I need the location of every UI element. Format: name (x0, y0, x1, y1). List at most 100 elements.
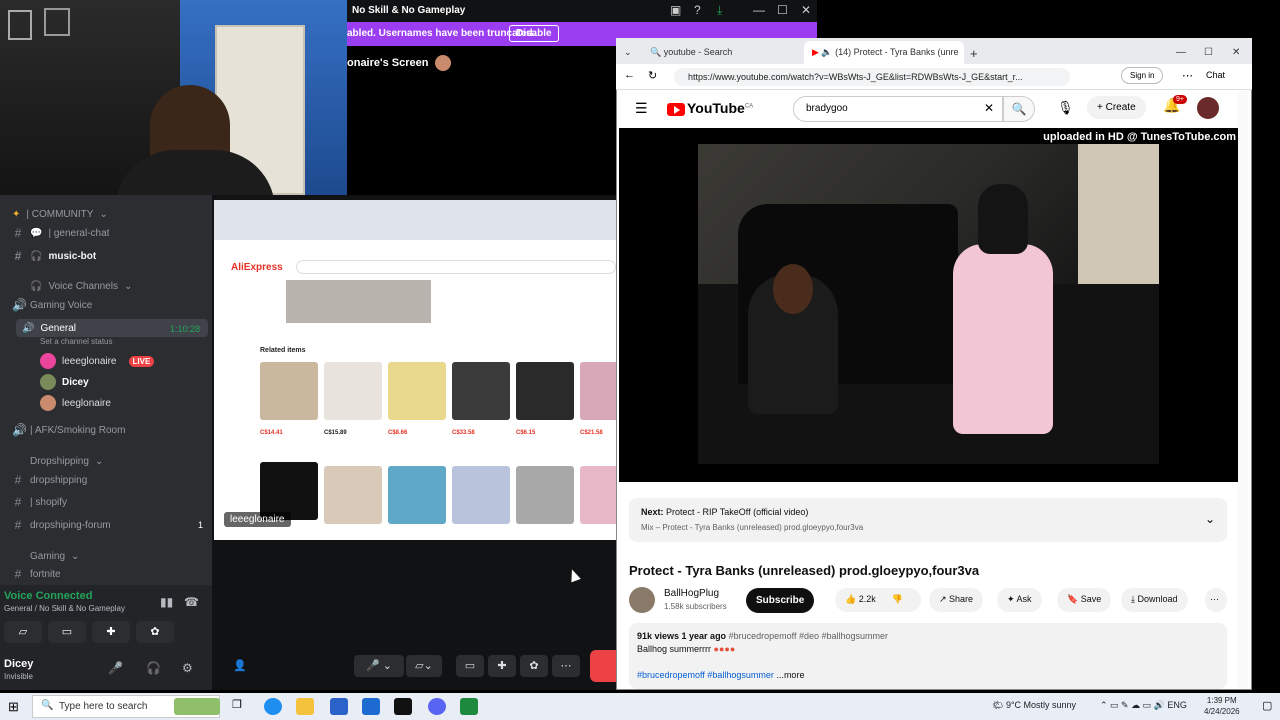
soundboard-toggle[interactable]: ✿ (520, 655, 548, 677)
subscribe-button[interactable]: Subscribe (746, 588, 815, 613)
like-button[interactable]: 👍 2.2k 👎 (835, 588, 921, 612)
clear-icon[interactable]: ✕ (984, 101, 994, 115)
save-button[interactable]: 🔖 Save (1057, 588, 1112, 612)
more-link[interactable]: ...more (776, 670, 804, 680)
chevron-down-icon[interactable]: ⌄ (1205, 512, 1215, 526)
mic-icon[interactable]: 🎙 (1057, 100, 1074, 116)
minimize-icon[interactable]: — (1168, 41, 1188, 64)
category-gaming[interactable]: Gaming ⌄ (30, 547, 79, 565)
more-icon[interactable]: ⋯ (552, 655, 580, 677)
youtube-logo[interactable]: YouTubeCA (667, 100, 753, 116)
channel-name[interactable]: BallHogPlug (664, 588, 719, 599)
copilot-chat-button[interactable]: Chat (1206, 70, 1225, 80)
headset-icon[interactable]: 🎧 (146, 661, 161, 675)
minimize-icon[interactable]: — (753, 3, 765, 17)
page-scrollbar[interactable] (1238, 91, 1248, 689)
thumbs-up-icon: 👍 (845, 594, 859, 604)
shared-screen[interactable]: AliExpress Related items C$14.41 C$15.89… (214, 200, 616, 540)
activities-toggle[interactable]: ✚ (488, 655, 516, 677)
clock[interactable]: 1:39 PM 4/24/2026 (1204, 695, 1240, 717)
maximize-icon[interactable]: ☐ (1196, 41, 1216, 64)
voice-user[interactable]: leeglonaire (40, 395, 111, 411)
video-watermark: uploaded in HD @ TunesToTube.com (1043, 131, 1236, 143)
channel-general-chat[interactable]: # 💬 | general-chat (12, 224, 110, 242)
channel-avatar[interactable] (629, 587, 655, 613)
category-community[interactable]: ✦ | COMMUNITY ⌄ (12, 205, 108, 223)
category-dropshipping[interactable]: Dropshipping ⌄ (30, 452, 103, 470)
tab-youtube-search[interactable]: 🔍 youtube - Search (642, 41, 802, 64)
help-icon[interactable]: ? (694, 3, 701, 17)
thumbs-down-icon[interactable]: 👎 (892, 594, 903, 604)
youtube-search-input[interactable]: bradygoo ✕ (793, 96, 1003, 122)
channel-gaming-voice[interactable]: 🔊 Gaming Voice (12, 296, 92, 314)
camera-toggle[interactable]: ▱⌄ (406, 655, 442, 677)
voice-user[interactable]: Dicey (40, 374, 89, 390)
channel-label: music-bot (48, 250, 97, 262)
mic-icon[interactable]: 🎤 (108, 661, 123, 675)
inbox-icon[interactable]: ▣ (670, 3, 681, 17)
activities-button[interactable]: ✚ (92, 621, 130, 643)
terminal-icon[interactable] (394, 698, 412, 715)
menu-icon[interactable]: ☰ (635, 100, 648, 117)
outlook-icon[interactable] (362, 698, 380, 715)
tab-youtube-video[interactable]: ▶ 🔈 (14) Protect - Tyra Banks (unre (804, 41, 964, 64)
new-tab-icon[interactable]: + (966, 41, 986, 64)
close-icon[interactable]: ✕ (1224, 41, 1244, 64)
avatar (40, 374, 56, 390)
end-call-button[interactable] (590, 650, 616, 682)
search-button[interactable]: 🔍 (1003, 96, 1035, 122)
more-icon[interactable]: ⋯ (1182, 69, 1193, 82)
disable-button[interactable]: Disable (509, 25, 559, 42)
playlist-next-panel[interactable]: Next: Protect - RIP TakeOff (official vi… (629, 498, 1227, 542)
edge-icon[interactable] (264, 698, 282, 715)
channel-fortnite[interactable]: # fortnite (12, 565, 61, 583)
task-view-icon[interactable]: ❐ (232, 698, 250, 715)
tab-list-icon[interactable]: ⌄ (620, 41, 638, 64)
current-user[interactable]: Dicey (4, 658, 33, 670)
system-tray[interactable]: ⌃ ▭ ✎ ☁ ▭ 🔊 ENG (1100, 700, 1187, 711)
app-icon[interactable] (460, 698, 478, 715)
signal-icon[interactable]: ▮▮ (160, 595, 173, 609)
screenshare-button[interactable]: ▭ (48, 621, 86, 643)
mic-toggle[interactable]: 🎤 ⌄ (354, 655, 404, 677)
channel-dropshipping[interactable]: # dropshipping (12, 471, 88, 489)
video-player[interactable]: uploaded in HD @ TunesToTube.com (619, 128, 1238, 482)
weather-widget[interactable]: 🌤 9°C Mostly sunny (992, 700, 1076, 711)
channel-shopify[interactable]: # | shopify (12, 493, 67, 511)
screenshare-toggle[interactable]: ▭ (456, 655, 484, 677)
more-icon[interactable]: ⋯ (1205, 588, 1227, 612)
url-field[interactable]: https://www.youtube.com/watch?v=WBsWts-J… (674, 68, 1070, 86)
disconnect-icon[interactable]: ☎ (184, 595, 199, 609)
back-icon[interactable]: ← (624, 69, 635, 81)
download-button[interactable]: ⤓ Download (1121, 588, 1188, 612)
maximize-icon[interactable]: ☐ (777, 3, 788, 17)
share-button[interactable]: ↗ Share (929, 588, 984, 612)
channel-music-bot[interactable]: # 🎧 music-bot (12, 247, 97, 265)
bookmark-icon: 🔖 (1067, 594, 1081, 604)
channel-forum[interactable]: # dropshiping-forum (12, 516, 111, 534)
store-icon[interactable] (330, 698, 348, 715)
gear-icon[interactable]: ⚙ (182, 661, 193, 675)
channel-afk[interactable]: 🔊 | AFK/Smoking Room (12, 421, 125, 439)
close-icon[interactable]: ✕ (801, 3, 811, 17)
category-voice-channels[interactable]: 🎧 Voice Channels ⌄ (30, 277, 132, 295)
avatar[interactable] (1197, 97, 1219, 119)
ask-button[interactable]: ✦ Ask (997, 588, 1042, 612)
refresh-icon[interactable]: ↻ (648, 69, 657, 82)
camera-button[interactable]: ▱ (4, 621, 42, 643)
signin-button[interactable]: Sign in (1121, 67, 1164, 84)
windows-icon[interactable]: ⊞ (8, 699, 19, 715)
notification-icon[interactable]: ▢ (1262, 699, 1272, 712)
download-icon[interactable]: ⤓ (717, 3, 722, 18)
file-explorer-icon[interactable] (296, 698, 314, 715)
channel-status[interactable]: Set a channel status (40, 337, 113, 346)
tab-label: (14) Protect - Tyra Banks (unre (835, 47, 959, 57)
create-button[interactable]: + Create (1087, 96, 1146, 119)
hashtag-links[interactable]: #brucedropemoff #ballhogsummer (637, 670, 774, 680)
description-box[interactable]: 91k views 1 year ago #brucedropemoff #de… (629, 623, 1227, 689)
voice-user[interactable]: leeeglonaire LIVE (40, 353, 155, 369)
discord-icon[interactable] (428, 698, 446, 715)
invite-icon[interactable]: 👤 (226, 655, 254, 677)
product-price: C$21.58 (580, 430, 603, 436)
soundboard-button[interactable]: ✿ (136, 621, 174, 643)
